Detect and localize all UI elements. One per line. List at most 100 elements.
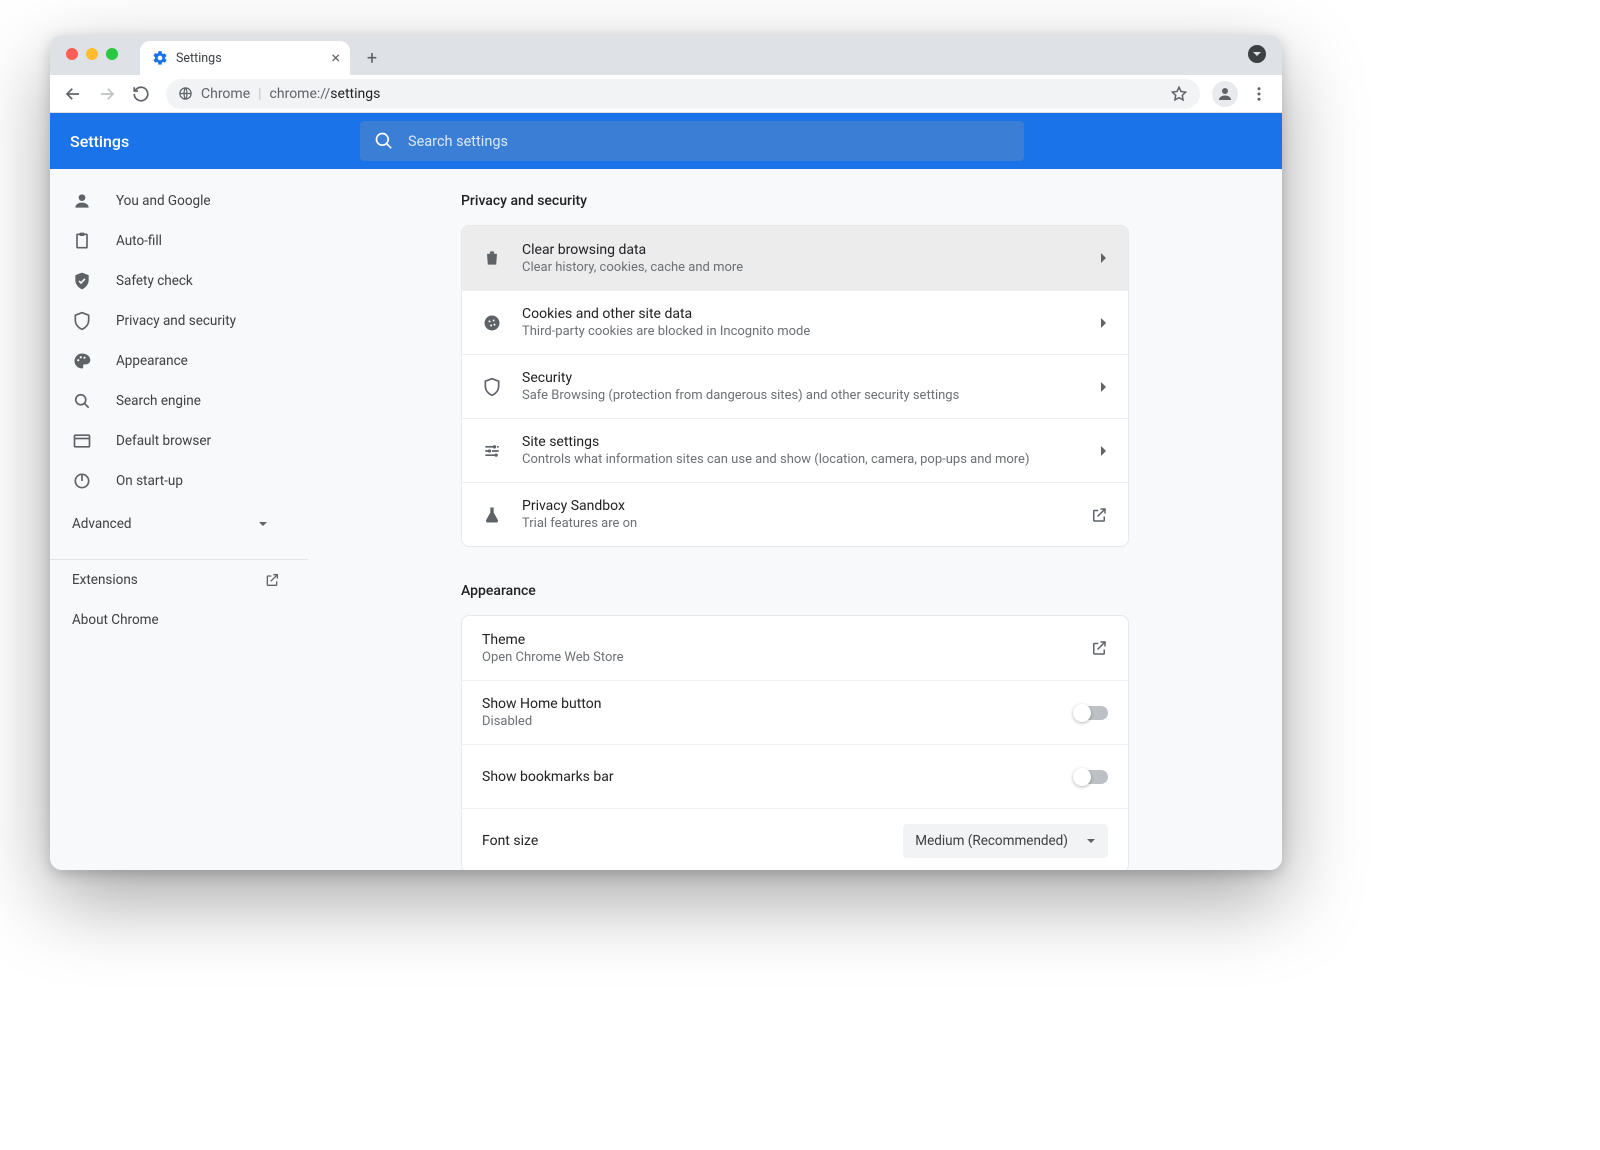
person-icon	[72, 191, 92, 211]
row-title: Cookies and other site data	[522, 306, 1080, 322]
section-appearance: Theme Open Chrome Web Store Show Home bu…	[461, 615, 1129, 870]
chevron-down-icon	[1086, 836, 1096, 846]
window-icon	[72, 431, 92, 451]
row-privacy-sandbox[interactable]: Privacy Sandbox Trial features are on	[462, 482, 1128, 546]
sidebar-item-on-startup[interactable]: On start-up	[50, 461, 294, 501]
row-title: Show Home button	[482, 696, 1074, 712]
power-icon	[72, 471, 92, 491]
reload-button[interactable]	[126, 79, 156, 109]
sidebar-item-label: Privacy and security	[116, 313, 236, 329]
minimize-window-button[interactable]	[86, 48, 98, 60]
row-title: Show bookmarks bar	[482, 769, 1074, 785]
chevron-right-icon	[1100, 317, 1108, 329]
sidebar-advanced-toggle[interactable]: Advanced	[50, 501, 308, 547]
sidebar-extensions-link[interactable]: Extensions	[50, 560, 308, 600]
clipboard-icon	[72, 231, 92, 251]
sidebar-item-appearance[interactable]: Appearance	[50, 341, 294, 381]
advanced-label: Advanced	[72, 516, 132, 532]
tab-strip: Settings × +	[50, 35, 1282, 75]
search-icon	[374, 131, 394, 151]
gear-icon	[152, 50, 168, 66]
about-label: About Chrome	[72, 612, 159, 628]
url-path: settings	[330, 86, 380, 102]
section-privacy: Clear browsing data Clear history, cooki…	[461, 225, 1129, 547]
bookmark-star-icon[interactable]	[1170, 85, 1188, 103]
toggle-show-home[interactable]	[1074, 706, 1108, 720]
tab-title: Settings	[176, 51, 222, 66]
sidebar-item-you-and-google[interactable]: You and Google	[50, 181, 294, 221]
search-settings-input[interactable]	[408, 133, 1010, 150]
sidebar-item-label: Auto-fill	[116, 233, 162, 249]
sidebar-item-safety-check[interactable]: Safety check	[50, 261, 294, 301]
palette-icon	[72, 351, 92, 371]
sidebar-item-label: You and Google	[116, 193, 211, 209]
browser-toolbar: Chrome | chrome://settings	[50, 75, 1282, 113]
sidebar-item-label: Default browser	[116, 433, 211, 449]
chevron-right-icon	[1100, 381, 1108, 393]
row-subtitle: Open Chrome Web Store	[482, 650, 1090, 665]
zoom-window-button[interactable]	[106, 48, 118, 60]
settings-brand: Settings	[70, 132, 360, 151]
new-tab-button[interactable]: +	[358, 44, 386, 72]
kebab-menu-button[interactable]	[1244, 79, 1274, 109]
row-site-settings[interactable]: Site settings Controls what information …	[462, 418, 1128, 482]
section-title-appearance: Appearance	[461, 583, 1129, 599]
close-tab-icon[interactable]: ×	[331, 50, 340, 66]
row-subtitle: Clear history, cookies, cache and more	[522, 260, 1080, 275]
open-in-new-icon	[1090, 506, 1108, 524]
row-clear-browsing-data[interactable]: Clear browsing data Clear history, cooki…	[462, 226, 1128, 290]
row-show-bookmarks[interactable]: Show bookmarks bar	[462, 744, 1128, 808]
row-font-size: Font size Medium (Recommended)	[462, 808, 1128, 870]
shield-icon	[72, 311, 92, 331]
forward-button[interactable]	[92, 79, 122, 109]
close-window-button[interactable]	[66, 48, 78, 60]
font-size-select[interactable]: Medium (Recommended)	[903, 824, 1108, 858]
url-scheme: chrome://	[270, 86, 331, 102]
browser-window: Settings × + Chrome | chrome://settings	[50, 35, 1282, 870]
sidebar-item-label: Search engine	[116, 393, 201, 409]
extensions-label: Extensions	[72, 572, 138, 588]
settings-sidebar: You and Google Auto-fill Safety check Pr…	[50, 169, 308, 870]
font-size-value: Medium (Recommended)	[915, 833, 1068, 849]
sidebar-item-privacy[interactable]: Privacy and security	[50, 301, 294, 341]
sidebar-item-label: Safety check	[116, 273, 193, 289]
toggle-show-bookmarks[interactable]	[1074, 770, 1108, 784]
search-settings-field[interactable]	[360, 121, 1024, 161]
cookie-icon	[482, 313, 502, 333]
settings-main: Privacy and security Clear browsing data…	[308, 169, 1282, 870]
sidebar-item-label: On start-up	[116, 473, 183, 489]
search-icon	[72, 391, 92, 411]
chevron-right-icon	[1100, 252, 1108, 264]
row-title: Site settings	[522, 434, 1080, 450]
extensions-badge-icon[interactable]	[1248, 45, 1266, 63]
origin-label: Chrome	[201, 86, 250, 102]
row-security[interactable]: Security Safe Browsing (protection from …	[462, 354, 1128, 418]
section-title-privacy: Privacy and security	[461, 193, 1129, 209]
profile-avatar-button[interactable]	[1212, 81, 1238, 107]
row-title: Font size	[482, 833, 903, 849]
shield-check-icon	[72, 271, 92, 291]
row-subtitle: Disabled	[482, 714, 1074, 729]
row-title: Theme	[482, 632, 1090, 648]
chevron-right-icon	[1100, 445, 1108, 457]
sidebar-item-default-browser[interactable]: Default browser	[50, 421, 294, 461]
trash-icon	[482, 248, 502, 268]
row-show-home[interactable]: Show Home button Disabled	[462, 680, 1128, 744]
sidebar-about-link[interactable]: About Chrome	[50, 600, 308, 640]
sidebar-item-autofill[interactable]: Auto-fill	[50, 221, 294, 261]
row-title: Privacy Sandbox	[522, 498, 1070, 514]
chevron-down-icon	[258, 519, 268, 529]
sidebar-item-search-engine[interactable]: Search engine	[50, 381, 294, 421]
address-bar[interactable]: Chrome | chrome://settings	[166, 79, 1200, 109]
row-theme[interactable]: Theme Open Chrome Web Store	[462, 616, 1128, 680]
shield-icon	[482, 377, 502, 397]
sliders-icon	[482, 441, 502, 461]
back-button[interactable]	[58, 79, 88, 109]
browser-tab[interactable]: Settings ×	[140, 41, 350, 75]
open-in-new-icon	[1090, 639, 1108, 657]
row-cookies[interactable]: Cookies and other site data Third-party …	[462, 290, 1128, 354]
row-title: Clear browsing data	[522, 242, 1080, 258]
open-in-new-icon	[264, 572, 280, 588]
row-subtitle: Third-party cookies are blocked in Incog…	[522, 324, 1080, 339]
site-info-button[interactable]: Chrome	[178, 86, 250, 102]
